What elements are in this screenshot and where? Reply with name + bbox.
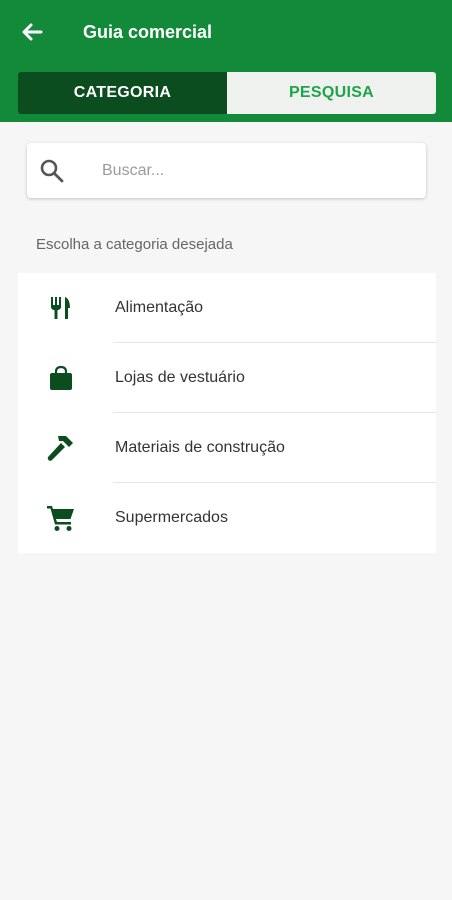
shopping-cart-icon [46, 503, 76, 533]
page-title: Guia comercial [83, 22, 213, 42]
category-item-supermercados[interactable]: Supermercados [18, 483, 436, 553]
arrow-left-icon [22, 23, 43, 41]
search-box [27, 143, 426, 198]
category-item-vestuario[interactable]: Lojas de vestuário [18, 343, 436, 413]
tab-bar: CATEGORIA PESQUISA [18, 72, 436, 114]
hammer-icon [46, 433, 76, 463]
search-icon [40, 159, 64, 183]
category-item-construcao[interactable]: Materiais de construção [18, 413, 436, 483]
tab-pesquisa[interactable]: PESQUISA [227, 72, 436, 114]
category-list: Alimentação Lojas de vestuário Materiais… [18, 273, 436, 553]
category-label: Lojas de vestuário [115, 369, 245, 386]
section-label: Escolha a categoria desejada [36, 236, 233, 253]
category-label: Materiais de construção [115, 439, 285, 456]
tab-categoria[interactable]: CATEGORIA [18, 72, 227, 114]
category-label: Alimentação [115, 299, 204, 316]
app-bar: Guia comercial CATEGORIA PESQUISA [0, 0, 452, 122]
category-label: Supermercados [115, 509, 228, 526]
shopping-bag-icon [46, 363, 76, 393]
category-item-alimentacao[interactable]: Alimentação [18, 273, 436, 343]
fork-knife-icon [46, 293, 76, 323]
search-input[interactable] [102, 157, 402, 184]
back-button[interactable] [14, 16, 50, 48]
